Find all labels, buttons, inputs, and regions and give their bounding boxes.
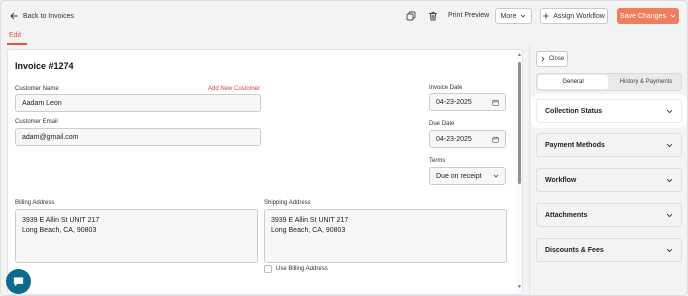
use-billing-address-label: Use Billing Address (276, 266, 328, 272)
invoice-date-value: 04-23-2025 (436, 98, 472, 106)
trash-icon (429, 11, 437, 21)
section-attachments[interactable]: Attachments (536, 203, 682, 227)
customer-email-label: Customer Email (15, 119, 58, 125)
invoice-title: Invoice #1274 (15, 61, 74, 71)
more-dropdown[interactable]: More (495, 8, 532, 24)
chevron-down-icon (666, 248, 673, 252)
billing-line-1: 3939 E Allin St UNIT 217 (22, 217, 100, 224)
customer-email-value: adam@gmail.com (22, 133, 79, 141)
section-label: Workflow (545, 176, 577, 184)
save-label: Save Changes (620, 12, 666, 20)
back-label: Back to Invoices (23, 12, 74, 20)
chevron-down-icon (666, 109, 673, 113)
section-label: Discounts & Fees (545, 246, 604, 254)
copy-icon (406, 11, 416, 21)
back-to-invoices-link[interactable]: Back to Invoices (10, 9, 74, 23)
customer-name-label: Customer Name (15, 86, 59, 92)
shipping-address-label: Shipping Address (264, 200, 311, 206)
more-label: More (500, 12, 517, 20)
app-window: Back to Invoices Print Preview More Assi… (0, 0, 688, 296)
scroll-down-icon[interactable]: ▼ (516, 284, 522, 290)
right-sidebar: Close General History & Payments Collect… (529, 45, 687, 295)
section-payment-methods[interactable]: Payment Methods (536, 133, 682, 157)
chevron-down-icon (666, 178, 673, 182)
chevron-down-icon (666, 143, 673, 147)
scroll-up-icon[interactable]: ▲ (516, 52, 522, 58)
tab-edit-underline (7, 43, 27, 45)
chevron-right-icon (541, 56, 545, 62)
invoice-date-input[interactable]: 04-23-2025 (429, 93, 506, 111)
section-discounts-fees[interactable]: Discounts & Fees (536, 238, 682, 262)
tab-general[interactable]: General (538, 75, 608, 89)
print-preview-button[interactable]: Print Preview (448, 9, 489, 23)
calendar-icon (492, 136, 499, 143)
chevron-down-icon (521, 14, 526, 18)
arrow-left-icon (10, 12, 18, 20)
section-collection-status[interactable]: Collection Status (536, 99, 682, 123)
close-label: Close (548, 56, 565, 62)
terms-label: Terms (429, 158, 446, 164)
close-button[interactable]: Close (536, 51, 568, 67)
chevron-down-icon (666, 213, 673, 217)
section-label: Collection Status (545, 107, 603, 115)
section-label: Attachments (545, 211, 588, 219)
billing-address-label: Billing Address (15, 200, 55, 206)
chat-widget-button[interactable] (6, 269, 31, 294)
tab-edit[interactable]: Edit (9, 32, 21, 39)
sidebar-tabs: General History & Payments (536, 73, 682, 91)
terms-select[interactable]: Due on receipt (429, 167, 506, 185)
invoice-date-label: Invoice Date (429, 85, 463, 91)
section-label: Payment Methods (545, 141, 605, 149)
customer-name-input[interactable]: Aadam Leon (15, 94, 261, 112)
assign-label: Assign Workflow (553, 12, 605, 20)
delete-button[interactable] (426, 9, 440, 23)
use-billing-address-checkbox[interactable] (264, 265, 272, 273)
chevron-down-icon (670, 14, 676, 18)
shipping-line-1: 3939 E Allin St UNIT 217 (271, 217, 349, 224)
customer-email-input[interactable]: adam@gmail.com (15, 128, 261, 146)
duplicate-button[interactable] (404, 9, 418, 23)
terms-value: Due on receipt (436, 172, 482, 180)
plus-icon (543, 13, 550, 19)
due-date-input[interactable]: 04-23-2025 (429, 130, 506, 148)
chevron-down-icon (493, 174, 499, 178)
due-date-label: Due Date (429, 121, 455, 127)
assign-workflow-button[interactable]: Assign Workflow (540, 8, 608, 24)
tab-history-payments[interactable]: History & Payments (610, 75, 682, 89)
due-date-value: 04-23-2025 (436, 135, 472, 143)
save-changes-button[interactable]: Save Changes (617, 8, 679, 24)
invoice-form-panel: Invoice #1274 Customer Name Add New Cust… (7, 49, 523, 295)
top-bar: Back to Invoices Print Preview More Assi… (1, 1, 687, 45)
section-workflow[interactable]: Workflow (536, 168, 682, 192)
customer-name-value: Aadam Leon (22, 99, 62, 107)
scrollbar-thumb[interactable] (518, 62, 521, 184)
shipping-line-2: Long Beach, CA, 90803 (271, 226, 346, 234)
add-new-customer-link[interactable]: Add New Customer (208, 86, 260, 92)
shipping-address-textarea[interactable]: 3939 E Allin St UNIT 217 Long Beach, CA,… (264, 209, 507, 263)
calendar-icon (492, 99, 499, 106)
chat-icon (13, 277, 24, 287)
billing-line-2: Long Beach, CA, 90803 (22, 226, 97, 234)
billing-address-textarea[interactable]: 3939 E Allin St UNIT 217 Long Beach, CA,… (15, 209, 258, 263)
